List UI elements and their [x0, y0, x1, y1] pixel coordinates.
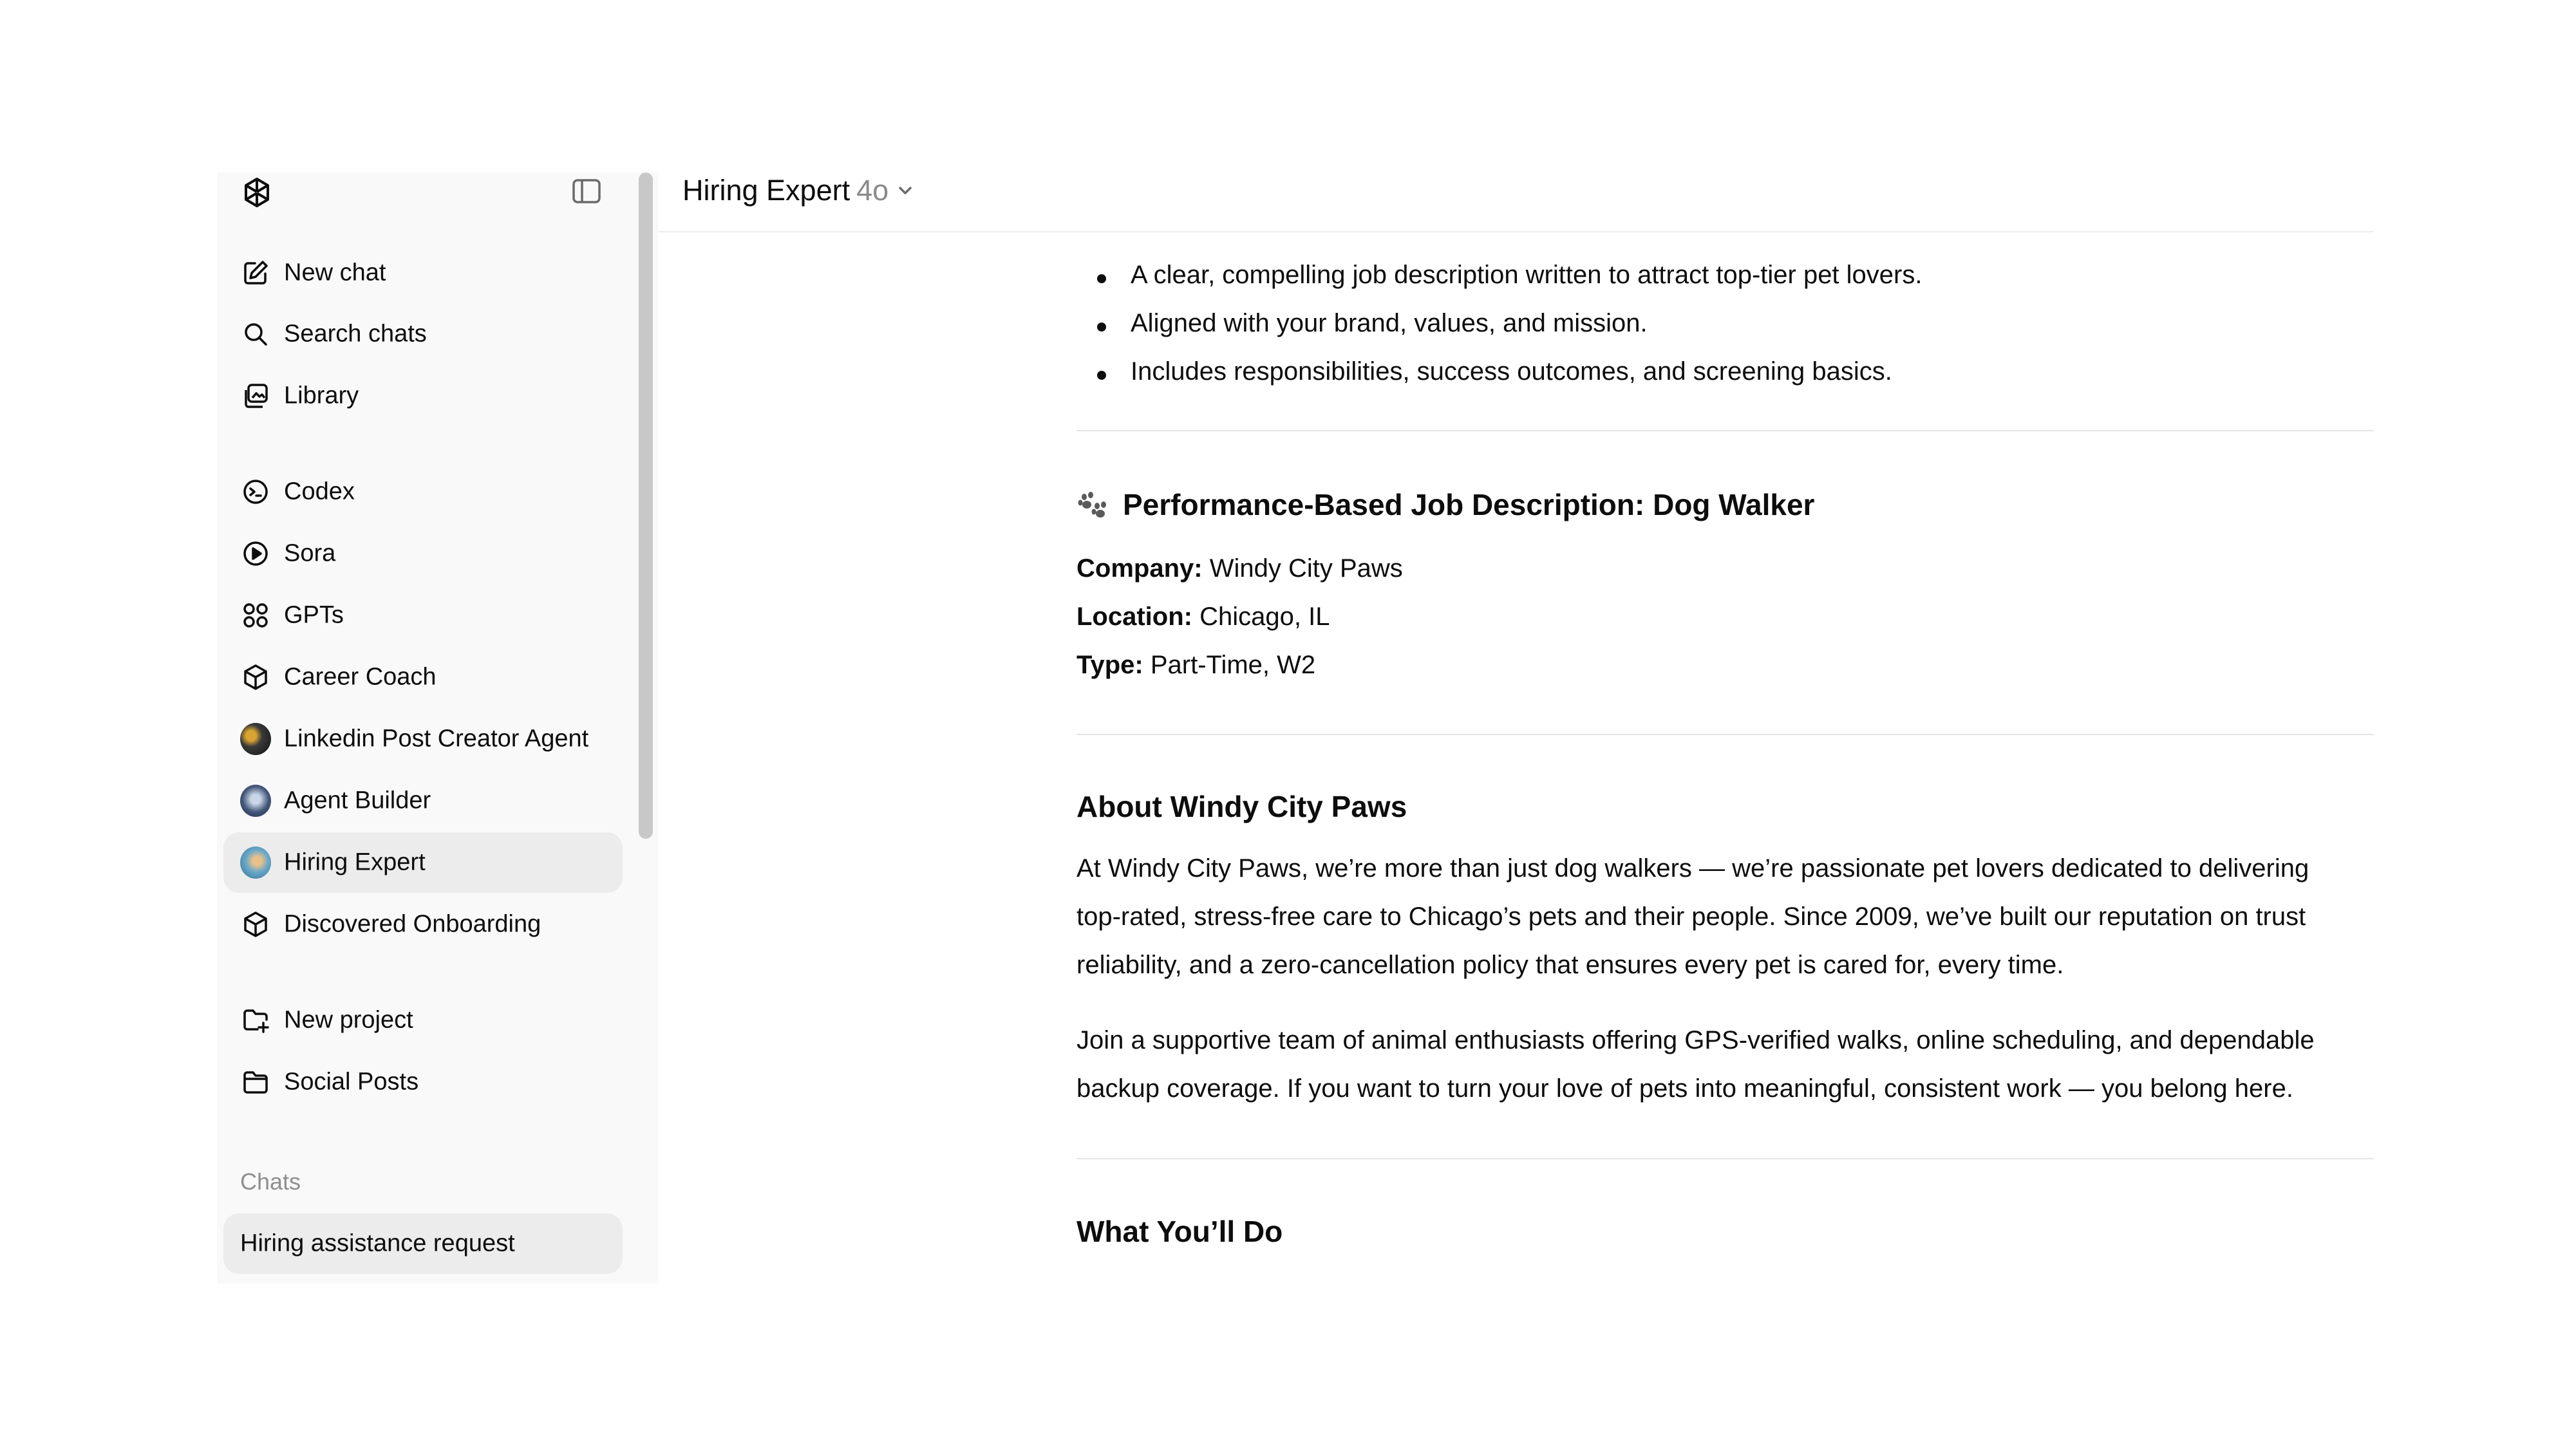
job-title-text: Performance-Based Job Description: Dog W… [1123, 488, 1815, 521]
list-item: Includes responsibilities, success outco… [1076, 357, 2374, 393]
library-icon [240, 380, 271, 411]
avatar [240, 846, 271, 879]
grid-icon [240, 600, 271, 631]
list-item: A clear, compelling job description writ… [1076, 261, 2374, 297]
about-heading: About Windy City Paws [1076, 790, 1407, 823]
sidebar-item-library[interactable]: Library [223, 366, 623, 426]
sidebar-item-career-coach[interactable]: Career Coach [223, 647, 623, 707]
detail-value: Part-Time, W2 [1143, 651, 1316, 679]
chevron-down-icon [899, 187, 912, 194]
about-paragraph-line: reliability, and a zero-cancellation pol… [1076, 951, 2064, 979]
sidebar-header [217, 173, 658, 224]
about-paragraph-line: top-rated, stress-free care to Chicago’s… [1076, 902, 2306, 931]
bullet-marker [1097, 323, 1106, 332]
main-panel: Hiring Expert 4o A clear, compelling job… [658, 173, 2374, 1284]
cube-icon [240, 662, 271, 693]
sidebar-scrollbar[interactable] [639, 173, 653, 839]
folder-icon [240, 1067, 271, 1098]
bullet-marker [1097, 371, 1106, 380]
sidebar-item-label: GPTs [284, 601, 344, 629]
list-item: Aligned with your brand, values, and mis… [1076, 309, 2374, 345]
sidebar-item-new-chat[interactable]: New chat [223, 243, 623, 303]
model-version: 4o [856, 174, 889, 207]
bullet-text: A clear, compelling job description writ… [1131, 261, 1923, 289]
search-icon [240, 319, 271, 350]
about-paragraph-line: Join a supportive team of animal enthusi… [1076, 1026, 2315, 1054]
detail-key: Company: [1076, 554, 1203, 583]
detail-value: Windy City Paws [1202, 554, 1403, 583]
sidebar-item-gpts[interactable]: GPTs [223, 585, 623, 646]
compose-icon [240, 257, 271, 288]
detail-key: Location: [1076, 603, 1192, 631]
sidebar-item-search-chats[interactable]: Search chats [223, 304, 623, 364]
detail-location: Location: Chicago, IL [1076, 603, 1330, 631]
what-youll-do-heading: What You’ll Do [1076, 1215, 1283, 1248]
sidebar-item-label: Hiring Expert [284, 848, 426, 876]
avatar [240, 785, 271, 817]
paw-prints-icon [1078, 492, 1106, 518]
chat-app-window: New chat Search chats Library Codex Sora… [217, 173, 2374, 1284]
sidebar-toggle-icon[interactable] [571, 176, 602, 207]
sidebar-item-label: Agent Builder [284, 787, 431, 814]
detail-company: Company: Windy City Paws [1076, 554, 1403, 583]
sidebar-item-discovered-onboarding[interactable]: Discovered Onboarding [223, 894, 623, 955]
about-paragraph-line: backup coverage. If you want to turn you… [1076, 1074, 2293, 1103]
sidebar-item-label: Linkedin Post Creator Agent [284, 725, 589, 753]
divider [1076, 734, 2374, 735]
bullet-marker [1097, 274, 1106, 283]
sidebar-item-hiring-expert[interactable]: Hiring Expert [223, 832, 623, 893]
divider [1076, 1158, 2374, 1159]
chat-header: Hiring Expert 4o [658, 173, 2374, 232]
avatar [240, 723, 271, 755]
sidebar-item-label: Social Posts [284, 1068, 419, 1096]
codex-icon [240, 476, 271, 507]
detail-value: Chicago, IL [1192, 603, 1330, 631]
sidebar-item-new-project[interactable]: New project [223, 990, 623, 1051]
sidebar-item-label: New chat [284, 259, 386, 286]
assistant-message: A clear, compelling job description writ… [1076, 231, 2374, 1284]
play-circle-icon [240, 538, 271, 569]
sidebar-item-social-posts[interactable]: Social Posts [223, 1052, 623, 1112]
sidebar: New chat Search chats Library Codex Sora… [217, 173, 658, 1284]
about-paragraph-line: At Windy City Paws, we’re more than just… [1076, 854, 2309, 883]
sidebar-item-linkedin-post-creator[interactable]: Linkedin Post Creator Agent [223, 709, 623, 769]
bullet-text: Includes responsibilities, success outco… [1131, 357, 1892, 386]
sidebar-item-label: Library [284, 382, 359, 409]
bullet-text: Aligned with your brand, values, and mis… [1131, 309, 1648, 337]
detail-type: Type: Part-Time, W2 [1076, 651, 1315, 680]
sidebar-item-label: New project [284, 1006, 413, 1034]
sidebar-item-label: Sora [284, 539, 336, 567]
divider [1076, 430, 2374, 431]
cube-icon [240, 909, 271, 940]
sidebar-item-label: Search chats [284, 320, 427, 348]
sidebar-item-sora[interactable]: Sora [223, 523, 623, 584]
detail-key: Type: [1076, 651, 1143, 679]
sidebar-item-agent-builder[interactable]: Agent Builder [223, 771, 623, 831]
chat-item-label: Hiring assistance request [240, 1229, 515, 1257]
model-selector[interactable]: Hiring Expert 4o [682, 173, 916, 209]
job-title-heading: Performance-Based Job Description: Dog W… [1076, 487, 1814, 522]
sidebar-item-label: Codex [284, 478, 355, 505]
openai-logo-icon[interactable] [238, 174, 276, 212]
chat-item-hiring-assistance-request[interactable]: Hiring assistance request [223, 1213, 623, 1274]
sidebar-item-label: Discovered Onboarding [284, 910, 541, 938]
gpt-name: Hiring Expert [682, 174, 851, 207]
sidebar-item-codex[interactable]: Codex [223, 462, 623, 522]
chats-section-heading: Chats [240, 1168, 301, 1195]
sidebar-item-label: Career Coach [284, 663, 437, 691]
folder-plus-icon [240, 1005, 271, 1036]
